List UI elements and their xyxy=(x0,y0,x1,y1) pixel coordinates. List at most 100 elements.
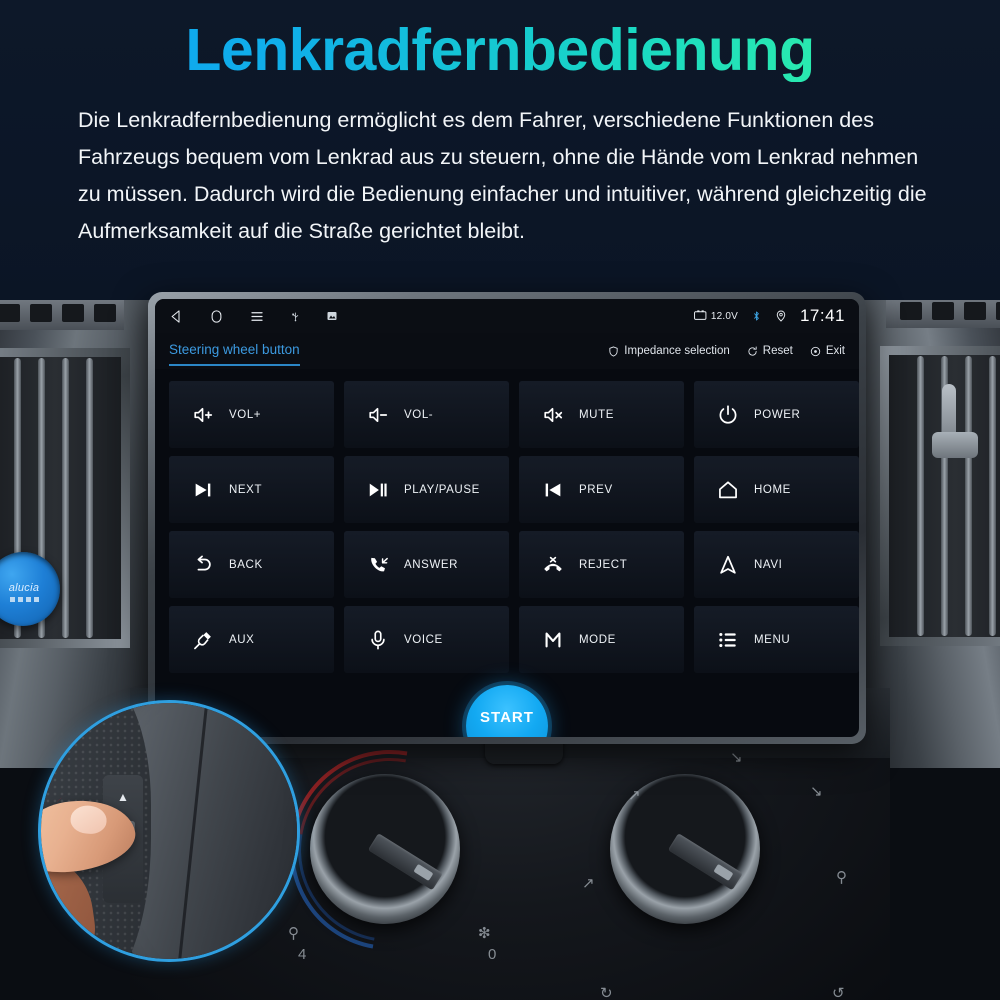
status-bar-indicator-group: 12.0V 17:41 xyxy=(693,306,845,326)
button-label: BACK xyxy=(229,558,263,571)
button-label: HOME xyxy=(754,483,791,496)
impedance-selection-label: Impedance selection xyxy=(624,345,730,357)
button-mode[interactable]: MODE xyxy=(519,606,684,673)
phone-answer-icon xyxy=(366,553,390,577)
vent-phone-holder xyxy=(932,384,984,464)
left-defrost-vent xyxy=(0,296,124,330)
air-distribution-knob-pointer xyxy=(667,833,743,891)
car-head-unit: 12.0V 17:41 Steering wheel button Impeda… xyxy=(148,292,866,744)
menu-hamburger-icon[interactable] xyxy=(249,309,265,324)
button-vol-up[interactable]: VOL+ xyxy=(169,381,334,448)
button-label: NAVI xyxy=(754,558,783,571)
prev-track-icon xyxy=(541,478,565,502)
fresh-air-icon: ↺ xyxy=(832,985,845,1000)
button-label: MUTE xyxy=(579,408,614,421)
fan-min-label: 4 xyxy=(298,946,307,963)
screen-tool-group: Impedance selection Reset Exit xyxy=(608,345,845,357)
button-label: ANSWER xyxy=(404,558,459,571)
next-track-icon xyxy=(191,478,215,502)
volume-up-icon xyxy=(191,403,215,427)
android-status-bar: 12.0V 17:41 xyxy=(155,299,859,333)
home-square-icon[interactable] xyxy=(209,309,224,324)
start-button-label: START xyxy=(480,709,534,726)
button-home[interactable]: HOME xyxy=(694,456,859,523)
battery-voltage-value: 12.0V xyxy=(710,310,738,322)
microphone-icon xyxy=(366,628,390,652)
vent-body-icon: ↘ xyxy=(730,749,743,766)
bluetooth-icon xyxy=(751,309,762,323)
button-label: MENU xyxy=(754,633,791,646)
mode-m-icon xyxy=(541,628,565,652)
button-label: PLAY/PAUSE xyxy=(404,483,480,496)
temperature-knob-pointer xyxy=(367,833,443,891)
button-label: MODE xyxy=(579,633,616,646)
air-freshener-label: alucia xyxy=(8,582,40,594)
vent-face-icon: ↗ xyxy=(582,875,595,892)
navigation-arrow-icon xyxy=(716,553,740,577)
vent-feet-icon: ↘ xyxy=(810,783,823,800)
impedance-selection-button[interactable]: Impedance selection xyxy=(608,345,730,357)
button-label: NEXT xyxy=(229,483,263,496)
back-arrow-icon xyxy=(191,553,215,577)
page-title: Lenkradfernbedienung xyxy=(0,19,1000,82)
reset-button[interactable]: Reset xyxy=(747,345,793,357)
button-vol-down[interactable]: VOL- xyxy=(344,381,509,448)
location-pin-icon xyxy=(775,309,787,323)
page-root: Lenkradfernbedienung Die Lenkradfernbedi… xyxy=(0,0,1000,1000)
button-answer[interactable]: ANSWER xyxy=(344,531,509,598)
temperature-knob[interactable] xyxy=(310,774,460,924)
intro-section: Lenkradfernbedienung Die Lenkradfernbedi… xyxy=(0,0,1000,300)
exit-label: Exit xyxy=(825,345,845,357)
clock: 17:41 xyxy=(799,306,845,325)
status-bar-nav-group xyxy=(169,309,338,324)
battery-voltage: 12.0V xyxy=(693,309,738,323)
fan-max-label: 0 xyxy=(488,946,497,963)
button-prev[interactable]: PREV xyxy=(519,456,684,523)
air-freshener-dots xyxy=(0,597,52,602)
button-label: AUX xyxy=(229,633,255,646)
recirculation-icon: ↻ xyxy=(600,985,613,1000)
exit-button[interactable]: Exit xyxy=(810,345,845,357)
button-mute[interactable]: MUTE xyxy=(519,381,684,448)
battery-icon xyxy=(693,309,707,323)
button-label: POWER xyxy=(754,408,801,421)
button-back[interactable]: BACK xyxy=(169,531,334,598)
button-power[interactable]: POWER xyxy=(694,381,859,448)
volume-mute-icon xyxy=(541,403,565,427)
button-navi[interactable]: NAVI xyxy=(694,531,859,598)
button-label: VOICE xyxy=(404,633,443,646)
button-play-pause[interactable]: PLAY/PAUSE xyxy=(344,456,509,523)
windshield-defrost-icon: ⚲ xyxy=(836,869,847,886)
reset-label: Reset xyxy=(762,345,793,357)
steering-wheel-button-grid: VOL+ VOL- MUTE POWER NEXT PLAY/PAUSE PRE… xyxy=(169,381,859,673)
aux-plug-icon xyxy=(191,628,215,652)
phone-reject-icon xyxy=(541,553,565,577)
head-unit-screen: 12.0V 17:41 Steering wheel button Impeda… xyxy=(155,299,859,737)
intro-paragraph: Die Lenkradfernbedienung ermöglicht es d… xyxy=(78,108,927,243)
button-aux[interactable]: AUX xyxy=(169,606,334,673)
steering-wheel-closeup: ▲ + − xyxy=(38,700,300,962)
back-triangle-icon[interactable] xyxy=(169,309,184,324)
tab-steering-wheel-button[interactable]: Steering wheel button xyxy=(169,342,300,366)
button-reject[interactable]: REJECT xyxy=(519,531,684,598)
start-button[interactable]: START xyxy=(466,685,548,737)
steering-wheel-source-key[interactable]: ▲ xyxy=(117,791,129,803)
usb-icon xyxy=(290,310,301,323)
volume-down-icon xyxy=(366,403,390,427)
button-voice[interactable]: VOICE xyxy=(344,606,509,673)
button-label: VOL+ xyxy=(229,408,262,421)
fingernail xyxy=(69,804,108,836)
menu-list-icon xyxy=(716,628,740,652)
exit-icon xyxy=(810,346,821,357)
button-menu[interactable]: MENU xyxy=(694,606,859,673)
play-pause-icon xyxy=(366,478,390,502)
shield-icon xyxy=(608,345,619,357)
image-icon xyxy=(326,310,338,322)
screen-tab-row: Steering wheel button Impedance selectio… xyxy=(155,333,859,369)
button-label: VOL- xyxy=(404,408,434,421)
power-icon xyxy=(716,403,740,427)
reset-icon xyxy=(747,345,758,357)
button-label: PREV xyxy=(579,483,613,496)
button-next[interactable]: NEXT xyxy=(169,456,334,523)
home-icon xyxy=(716,478,740,502)
